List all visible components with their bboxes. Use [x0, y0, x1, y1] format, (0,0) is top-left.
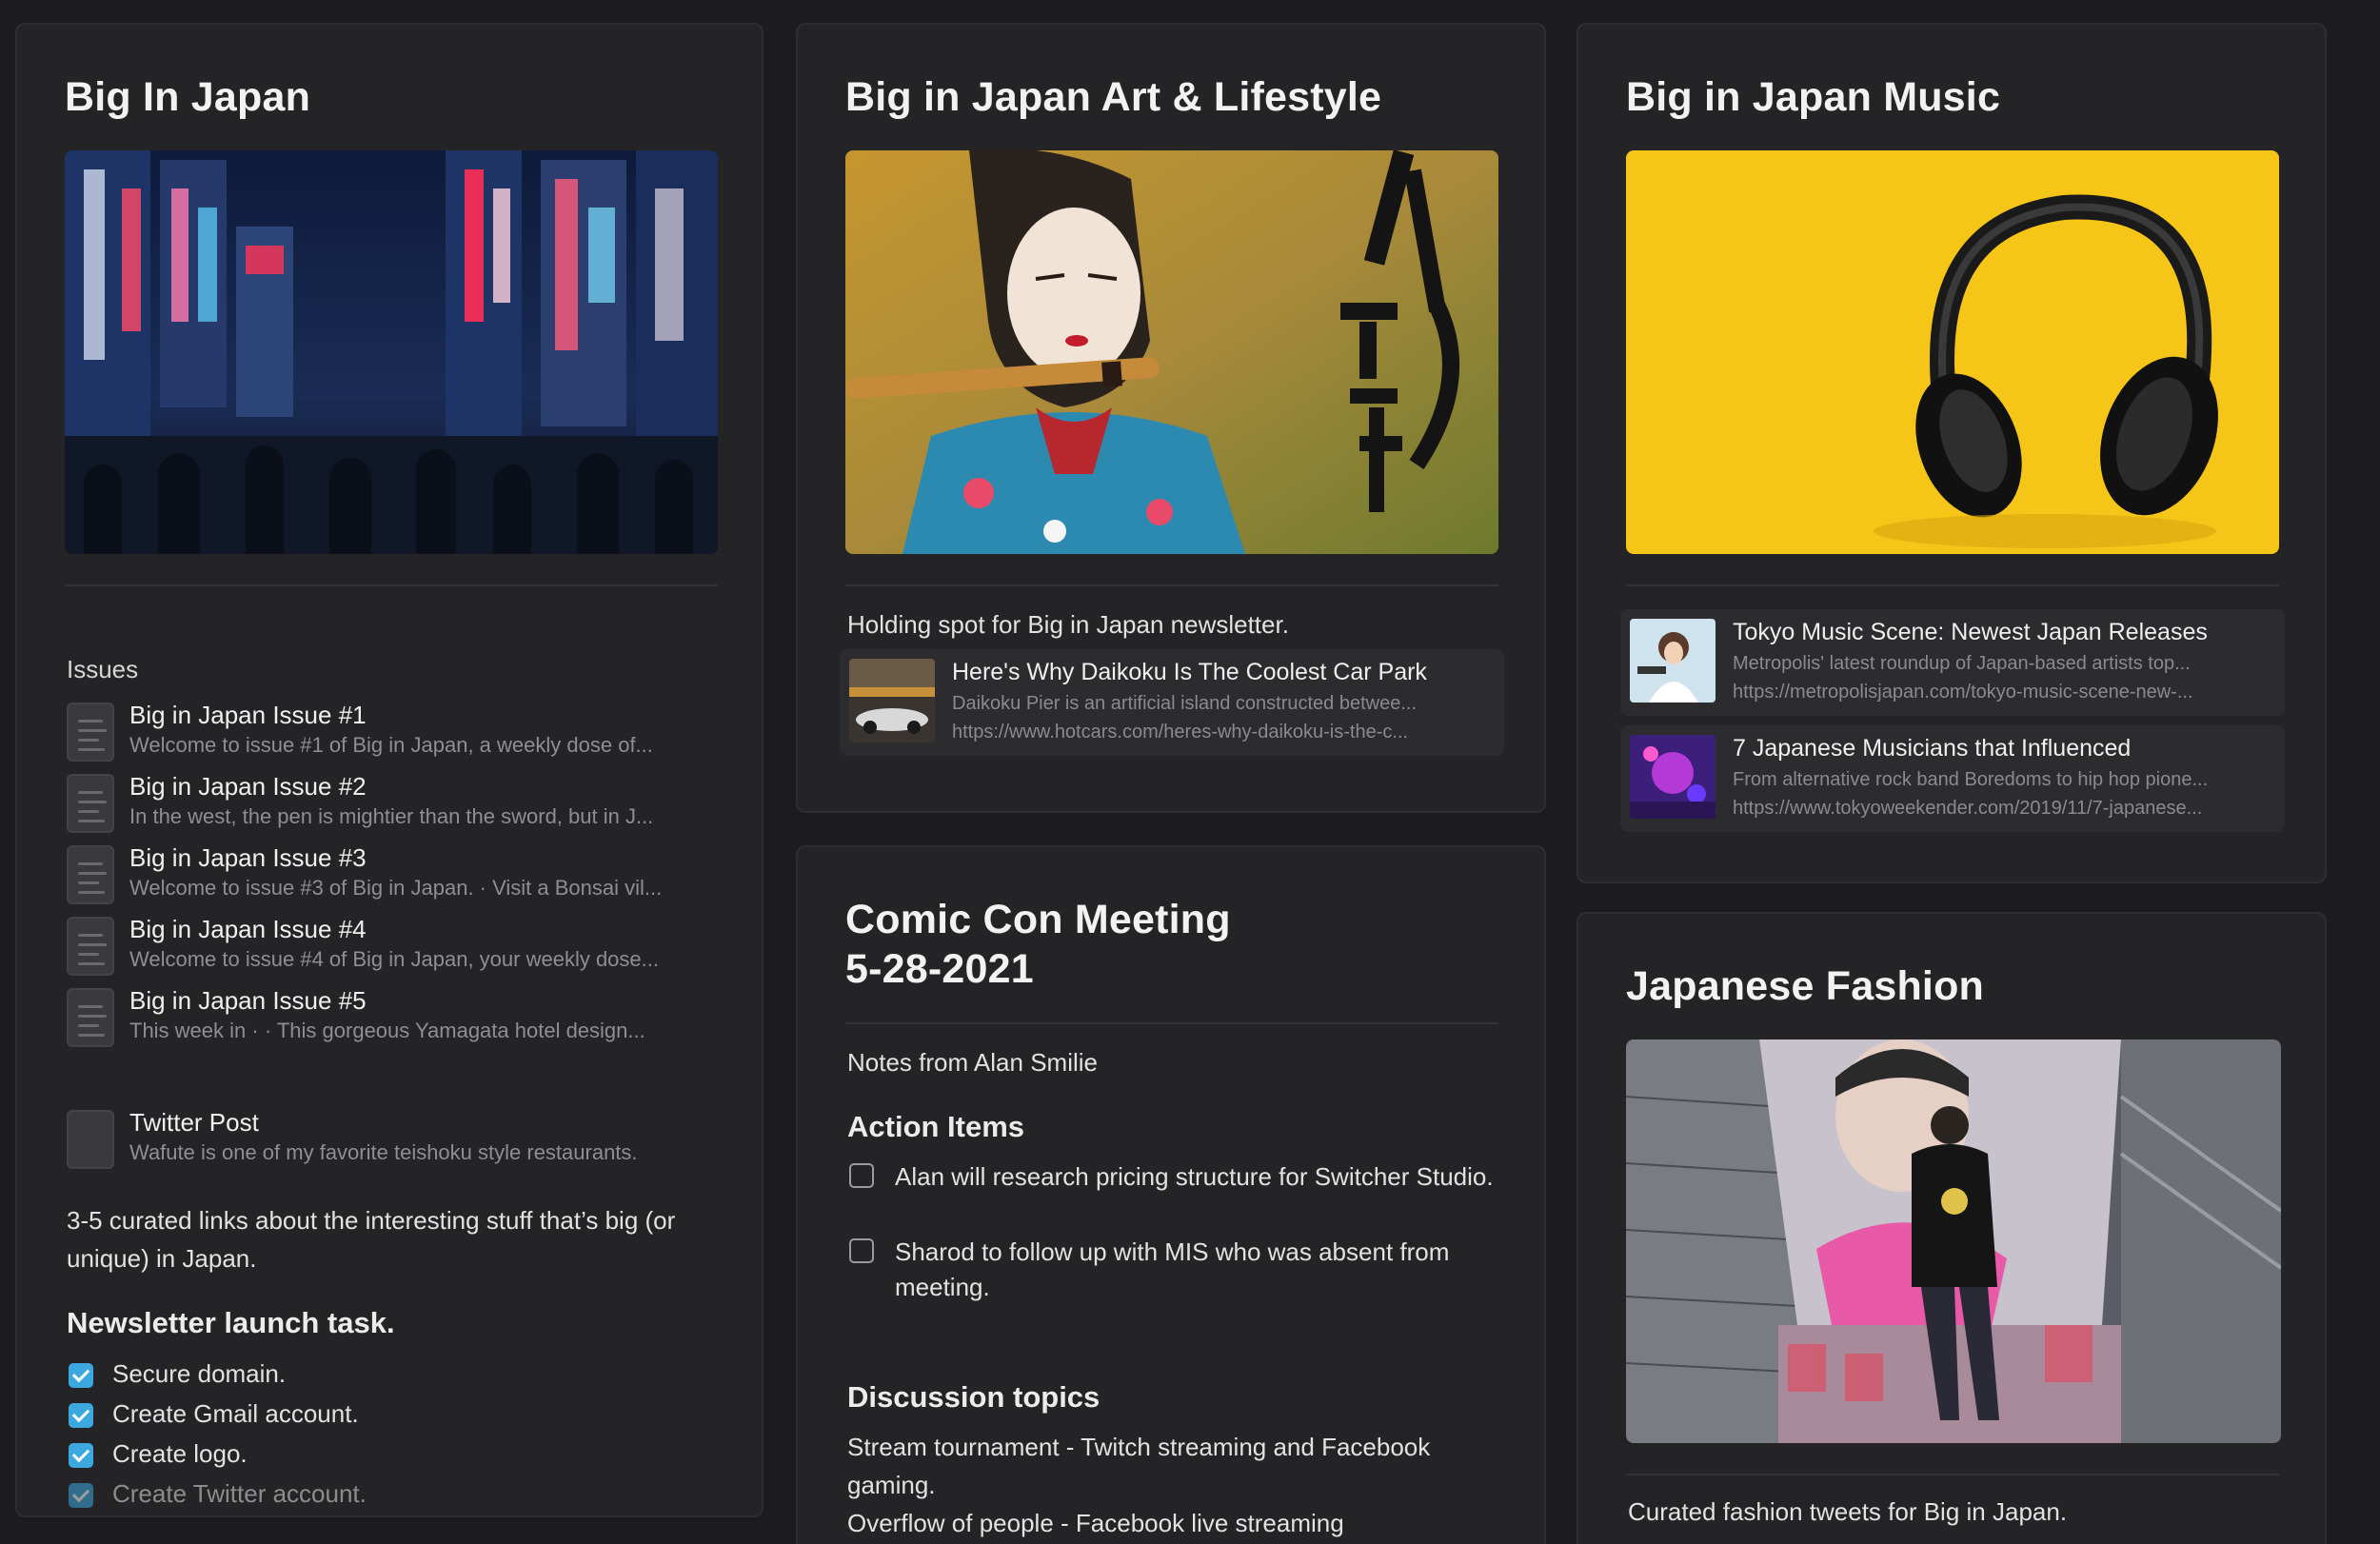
issue-title: Big in Japan Issue #3 [129, 843, 367, 872]
card-description: 3-5 curated links about the interesting … [67, 1206, 676, 1273]
divider [845, 584, 1498, 586]
bookmark-link[interactable]: Here's Why Daikoku Is The Coolest Car Pa… [840, 649, 1504, 756]
link-description: Daikoku Pier is an artificial island con… [952, 693, 1418, 714]
link-description: From alternative rock band Boredoms to h… [1733, 769, 2209, 790]
meeting-notes: Notes from Alan Smilie [847, 1048, 1098, 1077]
divider [65, 584, 718, 586]
list-item[interactable]: Big in Japan Issue #1 Welcome to issue #… [67, 701, 733, 765]
link-url: https://www.hotcars.com/heres-why-daikok… [952, 722, 1409, 742]
twitter-post-title: Twitter Post [129, 1108, 259, 1137]
issue-title: Big in Japan Issue #2 [129, 772, 367, 801]
link-thumbnail [849, 659, 935, 742]
divider [1626, 584, 2279, 586]
document-icon [67, 845, 114, 904]
document-icon [67, 1110, 114, 1169]
card-comic-con-meeting[interactable]: Comic Con Meeting 5-28-2021 Notes from A… [796, 845, 1546, 1544]
task-label: Secure domain. [112, 1359, 287, 1388]
issue-preview: This week in · · This gorgeous Yamagata … [129, 1019, 645, 1042]
discussion-item: Stream tournament - Twitch streaming and… [847, 1433, 1431, 1499]
card-big-in-japan[interactable]: Big In Japan Issues Big in Japan Issue #… [15, 23, 764, 1517]
action-item: Alan will research pricing structure for… [849, 1159, 1497, 1236]
issue-preview: Welcome to issue #3 of Big in Japan. · V… [129, 876, 663, 900]
card-music[interactable]: Big in Japan Music Tokyo Music Scene: Ne… [1577, 23, 2327, 883]
action-label: Sharod to follow up with MIS who was abs… [895, 1237, 1450, 1301]
card-title-line2: 5-28-2021 [845, 946, 1034, 992]
task-label: Create Twitter account. [112, 1479, 367, 1508]
tasks-heading: Newsletter launch task. [67, 1306, 395, 1339]
document-icon [67, 988, 114, 1047]
cover-image-tokyo-street [65, 150, 718, 554]
issue-preview: Welcome to issue #1 of Big in Japan, a w… [129, 733, 653, 757]
link-title: Here's Why Daikoku Is The Coolest Car Pa… [952, 659, 1427, 685]
action-item: Sharod to follow up with MIS who was abs… [849, 1235, 1497, 1311]
bookmark-link[interactable]: Tokyo Music Scene: Newest Japan Releases… [1620, 609, 2285, 716]
card-title: Japanese Fashion [1626, 963, 1985, 1009]
issue-title: Big in Japan Issue #4 [129, 915, 367, 943]
link-thumbnail [1630, 619, 1716, 703]
issue-preview: In the west, the pen is mightier than th… [129, 804, 654, 828]
card-description: Curated fashion tweets for Big in Japan. [1628, 1497, 2068, 1526]
twitter-post-preview: Wafute is one of my favorite teishoku st… [129, 1140, 638, 1164]
document-icon [67, 774, 114, 833]
card-title: Big In Japan [65, 74, 311, 120]
checkbox-checked[interactable] [69, 1483, 93, 1508]
divider [1626, 1474, 2279, 1475]
list-item[interactable]: Big in Japan Issue #4 Welcome to issue #… [67, 915, 733, 980]
action-items-heading: Action Items [847, 1110, 1025, 1143]
issue-title: Big in Japan Issue #1 [129, 701, 367, 729]
card-title: Big in Japan Music [1626, 74, 2001, 120]
document-icon [67, 917, 114, 976]
document-icon [67, 703, 114, 762]
link-title: 7 Japanese Musicians that Influenced [1733, 735, 2132, 762]
divider [845, 1022, 1498, 1024]
checkbox-checked[interactable] [69, 1363, 93, 1388]
task-label: Create Gmail account. [112, 1399, 359, 1428]
checkbox-unchecked[interactable] [849, 1163, 874, 1188]
list-item[interactable]: Big in Japan Issue #5 This week in · · T… [67, 986, 733, 1051]
cover-image-fashion-street [1626, 1039, 2281, 1443]
twitter-post-item[interactable]: Twitter Post Wafute is one of my favorit… [67, 1108, 733, 1173]
checkbox-checked[interactable] [69, 1403, 93, 1428]
issues-label: Issues [67, 655, 139, 683]
issue-preview: Welcome to issue #4 of Big in Japan, you… [129, 947, 659, 971]
bookmark-link[interactable]: 7 Japanese Musicians that Influenced Fro… [1620, 725, 2285, 832]
link-description: Metropolis' latest roundup of Japan-base… [1733, 653, 2191, 674]
card-japanese-fashion[interactable]: Japanese Fashion Curated fashion tweets … [1577, 912, 2327, 1544]
discussion-item: Overflow of people - Facebook live strea… [847, 1509, 1344, 1537]
link-title: Tokyo Music Scene: Newest Japan Releases [1733, 619, 2208, 645]
cover-image-geisha-painting [845, 150, 1498, 554]
card-description: Holding spot for Big in Japan newsletter… [847, 610, 1289, 639]
card-title-line1: Comic Con Meeting [845, 897, 1231, 942]
checkbox-unchecked[interactable] [849, 1238, 874, 1263]
cover-image-headphones [1626, 150, 2279, 554]
link-thumbnail [1630, 735, 1716, 819]
issue-title: Big in Japan Issue #5 [129, 986, 367, 1015]
action-label: Alan will research pricing structure for… [895, 1162, 1494, 1191]
discussion-heading: Discussion topics [847, 1380, 1101, 1414]
list-item[interactable]: Big in Japan Issue #3 Welcome to issue #… [67, 843, 733, 908]
card-art-lifestyle[interactable]: Big in Japan Art & Lifestyle Holding spo… [796, 23, 1546, 813]
task-label: Create logo. [112, 1439, 248, 1468]
list-item[interactable]: Big in Japan Issue #2 In the west, the p… [67, 772, 733, 837]
card-title: Big in Japan Art & Lifestyle [845, 74, 1382, 120]
checkbox-checked[interactable] [69, 1443, 93, 1468]
link-url: https://www.tokyoweekender.com/2019/11/7… [1733, 798, 2203, 819]
link-url: https://metropolisjapan.com/tokyo-music-… [1733, 682, 2193, 703]
